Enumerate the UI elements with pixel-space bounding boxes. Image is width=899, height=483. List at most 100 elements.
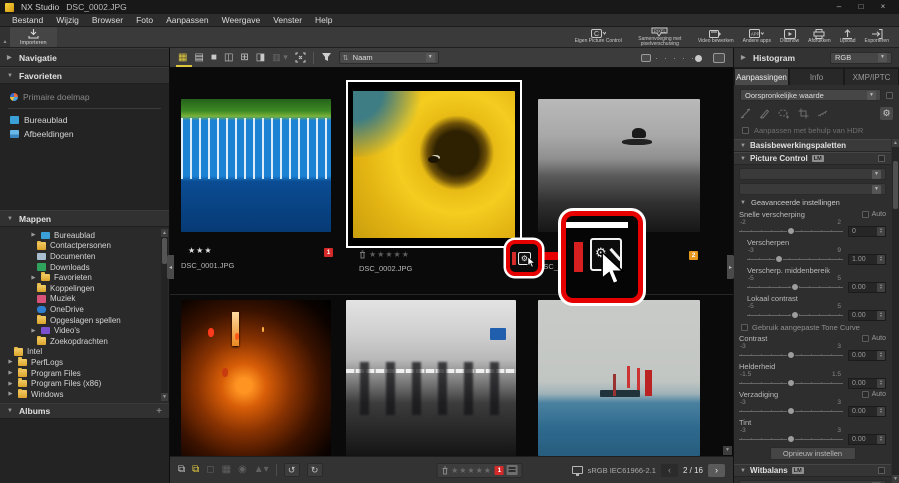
scroll-up-icon[interactable]: ▲ — [892, 139, 899, 147]
slider-value-field[interactable]: 0.00▲▼ — [848, 350, 886, 361]
menu-bestand[interactable]: Bestand — [12, 15, 43, 25]
scroll-down-icon[interactable]: ▼ — [892, 475, 899, 483]
slider-handle[interactable] — [695, 55, 702, 62]
slider-track[interactable] — [739, 350, 843, 360]
scroll-up-icon[interactable]: ▲ — [161, 229, 168, 237]
menu-aanpassen[interactable]: Aanpassen — [166, 15, 209, 25]
single-view-icon[interactable]: ■ — [211, 53, 217, 63]
add-album-button[interactable]: + — [156, 406, 162, 417]
slider-handle[interactable] — [787, 351, 795, 359]
menu-help[interactable]: Help — [315, 15, 332, 25]
close-button[interactable]: × — [872, 0, 894, 14]
remove-rating-icon[interactable] — [359, 250, 366, 259]
remove-rating-icon[interactable] — [441, 466, 448, 475]
preset-dropdown[interactable]: Oorspronkelijke waarde▼ — [740, 89, 881, 101]
section-witbalans[interactable]: ▼ Witbalans LM — [734, 464, 891, 477]
menu-browser[interactable]: Browser — [92, 15, 123, 25]
slider-track[interactable] — [747, 310, 843, 320]
stack-view-icon[interactable]: ⧉ — [178, 465, 185, 475]
slider-track[interactable] — [739, 434, 843, 444]
slider-value-field[interactable]: 0.00▲▼ — [848, 282, 886, 293]
previous-image-button[interactable]: ‹ — [661, 464, 678, 477]
advanced-settings-header[interactable]: ▼ Geavanceerde instellingen — [739, 195, 886, 209]
split-view-icon[interactable]: ◨ — [256, 53, 265, 63]
menu-foto[interactable]: Foto — [136, 15, 153, 25]
rating-stars-empty[interactable]: ★★★★★ — [359, 250, 410, 259]
auto-checkbox[interactable] — [862, 335, 869, 342]
filter-icon[interactable] — [321, 52, 332, 63]
minimize-button[interactable]: – — [828, 0, 850, 14]
section-favorieten[interactable]: ▼ Favorieten — [0, 67, 169, 84]
thumbnail-size-slider[interactable] — [656, 54, 708, 62]
stepper-icon[interactable]: ▲▼ — [877, 311, 885, 320]
tree-item-zoekopdrachten[interactable]: Zoekopdrachten — [0, 336, 169, 347]
section-basisbewerkingspaletten[interactable]: ▼ Basisbewerkingspaletten — [734, 139, 891, 152]
rating-stars[interactable]: ★★★★★ — [451, 466, 492, 475]
histogram-channel-dropdown[interactable]: RGB▼ — [830, 52, 892, 64]
slider-value-field[interactable]: 0▲▼ — [848, 226, 886, 237]
stack-expand-icon-active[interactable]: ⧉ — [192, 465, 199, 475]
menu-venster[interactable]: Venster — [273, 15, 302, 25]
tab-info[interactable]: Info — [789, 68, 844, 85]
slider-handle[interactable] — [787, 379, 795, 387]
small-thumbnail-icon[interactable] — [641, 54, 651, 62]
next-image-button[interactable]: › — [708, 464, 725, 477]
video-edit-button[interactable]: Video bewerken — [698, 29, 734, 45]
scrollbar-thumb[interactable] — [893, 161, 898, 209]
sort-dropdown[interactable]: ⇅ Naam ▼ — [339, 51, 439, 64]
slider-value-field[interactable]: 0.00▲▼ — [848, 310, 886, 321]
tab-xmp-iptc[interactable]: XMP/IPTC — [844, 68, 899, 85]
sidebar-collapse-handle[interactable]: ◂ — [167, 255, 174, 279]
tree-item-bureaublad[interactable]: ▶Bureaublad — [0, 230, 169, 241]
slider-handle[interactable] — [787, 435, 795, 443]
slider-track[interactable] — [739, 226, 843, 236]
slider-value-field[interactable]: 0.00▲▼ — [848, 434, 886, 445]
auto-checkbox[interactable] — [862, 391, 869, 398]
tree-item-documenten[interactable]: Documenten — [0, 251, 169, 262]
picture-control-checkbox[interactable] — [878, 155, 885, 162]
slider-track[interactable] — [739, 378, 843, 388]
label-badge-red[interactable]: 1 — [324, 248, 333, 257]
fullscreen-icon[interactable] — [295, 52, 306, 63]
slider-handle[interactable] — [775, 255, 783, 263]
slider-handle[interactable] — [791, 283, 799, 291]
preset-checkbox[interactable] — [886, 92, 893, 99]
tree-item-intel[interactable]: Intel — [0, 347, 169, 358]
maximize-button[interactable]: □ — [850, 0, 872, 14]
slider-value-field[interactable]: 0.00▲▼ — [848, 378, 886, 389]
tree-item-muziek[interactable]: Muziek — [0, 294, 169, 305]
upload-button[interactable]: Upload — [840, 29, 856, 45]
witbalans-checkbox[interactable] — [878, 467, 885, 474]
label-picker-icon[interactable] — [507, 465, 518, 475]
tree-item-onedrive[interactable]: OneDrive — [0, 304, 169, 315]
slideshow-button[interactable]: Diashow — [780, 29, 799, 45]
toolbar-collapse-icon[interactable]: ▴ — [0, 27, 10, 47]
export-button[interactable]: Exporteren — [865, 29, 889, 45]
section-mappen[interactable]: ▼ Mappen — [0, 210, 169, 227]
panel-scrollbar[interactable]: ▲ ▼ — [892, 139, 899, 483]
list-view-icon[interactable]: ▤ — [194, 53, 203, 63]
thumbnail-harbor[interactable] — [538, 300, 700, 456]
tree-item-opgeslagen-spellen[interactable]: Opgeslagen spellen — [0, 315, 169, 326]
stepper-icon[interactable]: ▲▼ — [877, 255, 885, 264]
auto-checkbox[interactable] — [862, 211, 869, 218]
settings-gear-button[interactable]: ⚙ — [880, 107, 893, 120]
menu-weergave[interactable]: Weergave — [222, 15, 261, 25]
slider-track[interactable] — [739, 406, 843, 416]
tree-item-videos[interactable]: ▶Video's — [0, 325, 169, 336]
pixel-shift-button[interactable]: PIXEL Samenvoeging met pixelverschuiving — [631, 27, 689, 48]
stepper-icon[interactable]: ▲▼ — [877, 435, 885, 444]
favorite-primaire-doelmap[interactable]: Primaire doelmap — [0, 90, 169, 104]
slider-track[interactable] — [747, 282, 843, 292]
slider-handle[interactable] — [787, 407, 795, 415]
favorite-afbeeldingen[interactable]: Afbeeldingen — [0, 127, 169, 141]
browser-scroll-down-icon[interactable]: ▼ — [723, 446, 732, 455]
slider-handle[interactable] — [791, 311, 799, 319]
rotate-right-button[interactable]: ↻ — [307, 463, 323, 477]
picture-control-button[interactable]: C Eigen Picture Control — [575, 29, 622, 45]
label-badge-orange[interactable]: 2 — [689, 251, 698, 260]
section-navigatie[interactable]: ▶ Navigatie — [0, 48, 169, 67]
image-filmstrip-view-icon[interactable]: ◫ — [224, 53, 233, 63]
thumbnail-night-alley[interactable] — [181, 300, 331, 456]
reset-button[interactable]: Opnieuw instellen — [770, 447, 856, 460]
